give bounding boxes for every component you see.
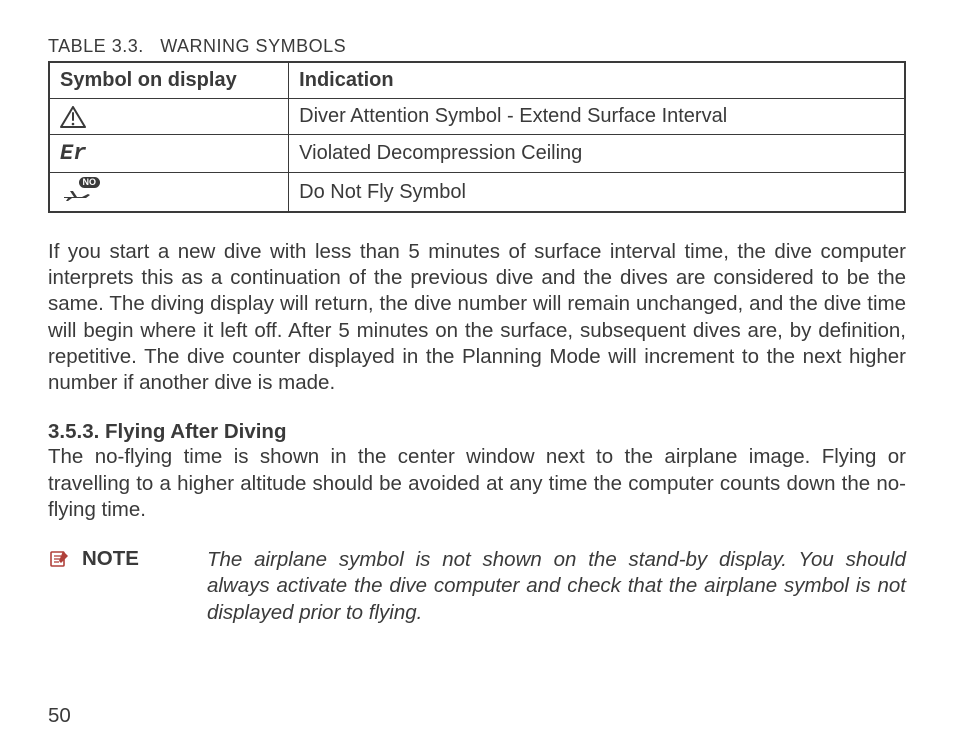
page-number: 50 [48, 704, 71, 728]
section-number: 3.5.3. [48, 420, 99, 443]
note-block: NOTE The airplane symbol is not shown on… [48, 547, 906, 626]
indication-cell: Do Not Fly Symbol [289, 173, 905, 213]
warning-symbols-table: Symbol on display Indication Diver Atten… [48, 61, 906, 213]
airplane-icon [62, 189, 92, 203]
table-caption: TABLE 3.3. WARNING SYMBOLS [48, 36, 906, 57]
table-row: Er Violated Decompression Ceiling [49, 135, 905, 173]
note-text: The airplane symbol is not shown on the … [207, 547, 906, 626]
symbol-cell-attention [49, 99, 289, 135]
header-indication: Indication [289, 62, 905, 99]
paragraph-continuation-dive: If you start a new dive with less than 5… [48, 239, 906, 396]
section-body: The no-flying time is shown in the cente… [48, 444, 906, 523]
indication-cell: Violated Decompression Ceiling [289, 135, 905, 173]
table-header-row: Symbol on display Indication [49, 62, 905, 99]
error-code-icon: Er [60, 141, 86, 166]
table-row: NO Do Not Fly Symbol [49, 173, 905, 213]
table-number: TABLE 3.3. [48, 36, 144, 56]
section-title: Flying After Diving [105, 420, 286, 443]
indication-cell: Diver Attention Symbol - Extend Surface … [289, 99, 905, 135]
section-heading: 3.5.3. Flying After Diving [48, 420, 906, 444]
note-icon [48, 549, 70, 575]
page: TABLE 3.3. WARNING SYMBOLS Symbol on dis… [0, 0, 954, 756]
no-fly-icon: NO [60, 179, 100, 205]
table-row: Diver Attention Symbol - Extend Surface … [49, 99, 905, 135]
symbol-cell-error: Er [49, 135, 289, 173]
note-label: NOTE [82, 547, 179, 571]
header-symbol: Symbol on display [49, 62, 289, 99]
table-title: WARNING SYMBOLS [160, 36, 346, 56]
warning-triangle-icon [60, 106, 86, 128]
no-fly-badge: NO [79, 177, 101, 188]
symbol-cell-nofly: NO [49, 173, 289, 213]
